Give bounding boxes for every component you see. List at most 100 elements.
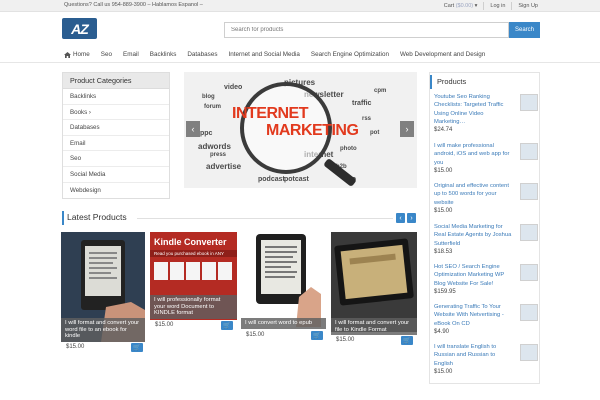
category-item-books[interactable]: Books › bbox=[63, 105, 169, 121]
latest-products-title: Latest Products bbox=[67, 212, 127, 222]
accent-bar bbox=[62, 211, 64, 225]
slider-word: video bbox=[224, 84, 243, 91]
nav-item-seo[interactable]: Seo bbox=[95, 48, 117, 62]
divider bbox=[137, 218, 393, 219]
banner-title: Kindle Converter bbox=[154, 237, 227, 247]
nav-item-home[interactable]: Home bbox=[62, 48, 95, 62]
slider-word: potcast bbox=[284, 176, 309, 183]
nav-item-internet-social[interactable]: Internet and Social Media bbox=[223, 48, 305, 62]
slider-word: podcast bbox=[258, 176, 285, 183]
product-caption[interactable]: I will convert word to epub bbox=[241, 318, 326, 329]
divider bbox=[511, 2, 513, 10]
slider-word: advertise bbox=[206, 162, 242, 171]
product-caption[interactable]: I will professionally format your word D… bbox=[150, 295, 237, 320]
nav-item-seo-optimization[interactable]: Search Engine Optimization bbox=[305, 48, 394, 62]
product-caption[interactable]: I will format and convert your word file… bbox=[61, 318, 145, 343]
product-thumbnail[interactable] bbox=[520, 344, 538, 361]
signup-link[interactable]: Sign Up bbox=[518, 3, 538, 9]
add-to-cart-button[interactable]: 🛒 bbox=[401, 336, 413, 345]
product-thumbnail[interactable] bbox=[520, 224, 538, 241]
product-link[interactable]: Generating Traffic To Your Website With … bbox=[434, 303, 512, 328]
product-list-item: Youtube Seo Ranking Checklists: Targeted… bbox=[434, 93, 538, 135]
nav-item-email[interactable]: Email bbox=[118, 48, 145, 62]
contact-text: Questions? Call us 954-889-3900 – Hablam… bbox=[64, 2, 203, 8]
product-thumbnail[interactable] bbox=[520, 264, 538, 281]
cart-icon: 🛒 bbox=[313, 333, 321, 339]
product-price: $15.00 bbox=[434, 207, 453, 214]
latest-prev-button[interactable]: ‹ bbox=[396, 213, 405, 223]
category-title: Product Categories bbox=[63, 73, 169, 89]
chevron-left-icon: ‹ bbox=[399, 214, 402, 222]
tablet-image bbox=[331, 232, 417, 332]
category-item-social-media[interactable]: Social Media bbox=[63, 167, 169, 183]
latest-next-button[interactable]: › bbox=[407, 213, 416, 223]
top-bar: Questions? Call us 954-889-3900 – Hablam… bbox=[0, 0, 600, 12]
slider-word: forum bbox=[204, 104, 221, 110]
chevron-right-icon: › bbox=[410, 214, 413, 222]
product-list-item: Generating Traffic To Your Website With … bbox=[434, 303, 538, 337]
main-nav: Home Seo Email Backlinks Databases Inter… bbox=[62, 48, 491, 62]
product-link[interactable]: Hot SEO / Search Engine Optimization Mar… bbox=[434, 263, 512, 288]
product-price: $159.95 bbox=[434, 288, 456, 295]
slider-headline: INTERNET bbox=[232, 105, 309, 122]
nav-item-backlinks[interactable]: Backlinks bbox=[144, 48, 182, 62]
add-to-cart-button[interactable]: 🛒 bbox=[221, 321, 233, 330]
slider-prev-button[interactable]: ‹ bbox=[186, 121, 200, 137]
product-caption[interactable]: I will format and convert your file to K… bbox=[331, 318, 417, 336]
cart-icon: 🛒 bbox=[403, 338, 411, 344]
magnifier-handle bbox=[323, 157, 357, 188]
slider-word: blog bbox=[202, 94, 215, 100]
banner-subtitle: Read you purchased ebook in ANY bbox=[154, 251, 225, 256]
product-link[interactable]: I will translate English to Russian and … bbox=[434, 343, 512, 368]
category-item-webdesign[interactable]: Webdesign bbox=[63, 183, 169, 199]
nav-item-web-development[interactable]: Web Development and Design bbox=[394, 48, 490, 62]
nav-item-databases[interactable]: Databases bbox=[182, 48, 223, 62]
product-card[interactable]: I will format and convert your word file… bbox=[61, 232, 145, 354]
add-to-cart-button[interactable]: 🛒 bbox=[131, 343, 143, 352]
slider-word: ppc bbox=[200, 130, 213, 137]
slider-next-button[interactable]: › bbox=[400, 121, 414, 137]
category-item-email[interactable]: Email bbox=[63, 136, 169, 152]
product-card[interactable]: Kindle Converter Read you purchased eboo… bbox=[150, 232, 237, 332]
product-thumbnail[interactable] bbox=[520, 304, 538, 321]
product-thumbnail[interactable] bbox=[520, 143, 538, 160]
product-list-item: Hot SEO / Search Engine Optimization Mar… bbox=[434, 263, 538, 297]
search-input[interactable] bbox=[225, 23, 508, 37]
slider-headline: MARKETING bbox=[266, 122, 359, 139]
product-link[interactable]: Youtube Seo Ranking Checklists: Targeted… bbox=[434, 93, 512, 126]
cart-link[interactable]: Cart ($0.00) ▾ bbox=[444, 3, 478, 9]
product-price: $15.00 bbox=[434, 368, 453, 375]
ereader-image bbox=[241, 232, 326, 327]
product-price: $4.90 bbox=[434, 328, 450, 335]
add-to-cart-button[interactable]: 🛒 bbox=[311, 331, 323, 340]
divider bbox=[483, 2, 485, 10]
search-button[interactable]: Search bbox=[509, 22, 540, 38]
slider-word: cpm bbox=[374, 88, 387, 94]
product-link[interactable]: Social Media Marketing for Real Estate A… bbox=[434, 223, 512, 248]
product-price: $18.53 bbox=[434, 248, 453, 255]
slider-word: photo bbox=[340, 146, 357, 152]
product-card[interactable]: I will format and convert your file to K… bbox=[331, 232, 417, 352]
divider bbox=[0, 62, 600, 63]
account-links: Cart ($0.00) ▾ Log in Sign Up bbox=[444, 2, 538, 10]
product-thumbnail[interactable] bbox=[520, 183, 538, 200]
product-thumbnail[interactable] bbox=[520, 94, 538, 111]
product-list-item: I will make professional android, iOS an… bbox=[434, 142, 538, 176]
product-link[interactable]: Original and effective content up to 500… bbox=[434, 182, 512, 207]
search-box bbox=[224, 22, 509, 38]
login-link[interactable]: Log in bbox=[490, 3, 505, 9]
slider-word: rss bbox=[362, 116, 372, 122]
site-logo[interactable]: AZ bbox=[62, 18, 97, 39]
slider-word: traffic bbox=[352, 100, 372, 107]
product-price: $15.00 bbox=[66, 344, 85, 350]
cart-price: ($0.00) bbox=[455, 3, 474, 9]
product-card[interactable]: I will convert word to epub $15.00 🛒 bbox=[241, 232, 326, 342]
category-item-seo[interactable]: Seo bbox=[63, 151, 169, 167]
hero-slider[interactable]: video pictures newsletter traffic blog f… bbox=[184, 72, 417, 188]
slider-word: press bbox=[210, 152, 227, 158]
product-link[interactable]: I will make professional android, iOS an… bbox=[434, 142, 512, 167]
category-item-backlinks[interactable]: Backlinks bbox=[63, 89, 169, 105]
chevron-right-icon: › bbox=[405, 124, 409, 134]
category-item-databases[interactable]: Databases bbox=[63, 120, 169, 136]
product-price: $15.00 bbox=[336, 337, 355, 343]
